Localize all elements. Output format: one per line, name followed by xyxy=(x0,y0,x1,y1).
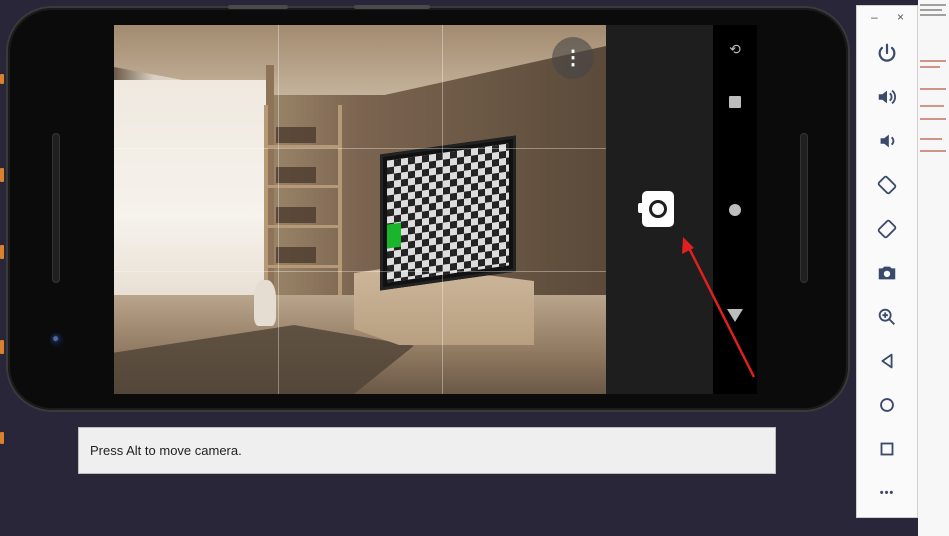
phone-side-button xyxy=(354,5,430,9)
volume-up-icon xyxy=(878,89,896,105)
edge-marker xyxy=(0,168,4,182)
shutter-button[interactable] xyxy=(638,191,674,227)
rotate-right-icon xyxy=(877,219,897,239)
camera-controls-panel xyxy=(606,25,713,394)
rotate-right-button[interactable] xyxy=(870,212,904,246)
screenshot-button[interactable] xyxy=(870,256,904,290)
recents-button[interactable] xyxy=(713,95,757,113)
camera-viewfinder[interactable]: ⋮ xyxy=(114,25,606,394)
volume-up-button[interactable] xyxy=(870,80,904,114)
sidebar-home-button[interactable] xyxy=(870,388,904,422)
power-button[interactable] xyxy=(870,36,904,70)
back-button[interactable] xyxy=(713,309,757,327)
right-speaker-grille xyxy=(800,133,808,283)
edge-marker xyxy=(0,245,4,259)
volume-down-button[interactable] xyxy=(870,124,904,158)
close-icon[interactable]: × xyxy=(897,10,904,24)
grid-line xyxy=(114,148,606,149)
rotate-button[interactable]: ⟲ xyxy=(713,41,757,58)
scene-tv-checkerboard xyxy=(380,135,516,291)
scene-cat xyxy=(254,280,276,326)
hint-text: Press Alt to move camera. xyxy=(90,443,242,458)
more-vert-icon: ⋮ xyxy=(563,47,583,69)
back-triangle-icon xyxy=(727,309,743,322)
camera-icon xyxy=(878,266,896,280)
grid-line xyxy=(442,25,443,394)
scene-ladder-shelf xyxy=(264,105,342,295)
back-icon xyxy=(881,353,893,369)
sidebar-overview-button[interactable] xyxy=(870,432,904,466)
grid-line xyxy=(278,25,279,394)
green-marker xyxy=(387,222,401,249)
android-nav-bar: ⟲ xyxy=(713,25,757,394)
hint-bar: Press Alt to move camera. xyxy=(78,427,776,474)
sidebar-back-button[interactable] xyxy=(870,344,904,378)
front-camera-lens xyxy=(50,333,64,347)
rotate-icon: ⟲ xyxy=(729,41,741,57)
zoom-in-icon xyxy=(878,308,895,325)
rotate-left-icon xyxy=(877,175,897,195)
emulator-sidebar: – × ••• xyxy=(856,5,918,518)
overview-icon xyxy=(880,442,894,456)
minimize-icon[interactable]: – xyxy=(871,10,878,24)
zoom-button[interactable] xyxy=(870,300,904,334)
background-editor-strip xyxy=(918,0,949,536)
power-icon xyxy=(878,43,896,62)
home-button[interactable] xyxy=(713,203,757,221)
grid-line xyxy=(114,271,606,272)
edge-marker xyxy=(0,74,4,84)
edge-marker xyxy=(0,340,4,354)
overflow-menu-button[interactable]: ⋮ xyxy=(552,37,594,79)
home-icon xyxy=(880,398,894,412)
more-horiz-icon: ••• xyxy=(879,487,895,499)
phone-side-button xyxy=(228,5,288,9)
volume-down-icon xyxy=(880,134,895,148)
home-circle-icon xyxy=(729,204,741,216)
edge-marker xyxy=(0,432,4,444)
scene-window xyxy=(114,80,266,308)
left-speaker-grille xyxy=(52,133,60,283)
more-button[interactable]: ••• xyxy=(870,476,904,510)
rotate-left-button[interactable] xyxy=(870,168,904,202)
recents-square-icon xyxy=(729,96,741,108)
